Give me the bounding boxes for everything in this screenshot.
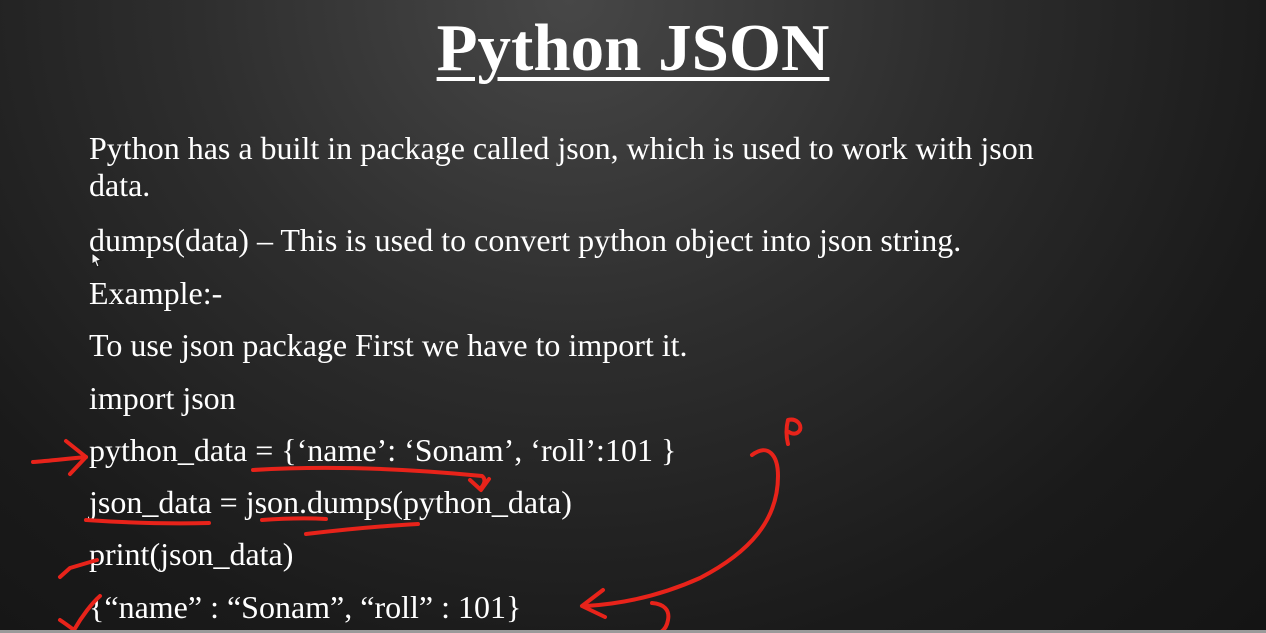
- dumps-definition: dumps(data) – This is used to convert py…: [89, 222, 962, 258]
- import-instruction: To use json package First we have to imp…: [89, 327, 688, 363]
- slide: Python JSON Python has a built in packag…: [0, 0, 1266, 633]
- left-arrow-annotation: [31, 455, 88, 464]
- example-heading: Example:-: [89, 275, 223, 311]
- pen-cursor-icon: [91, 252, 103, 268]
- curved-arrowhead-annotation: [580, 588, 607, 619]
- slide-title-text: Python JSON: [436, 11, 830, 85]
- code-print: print(json_data): [89, 536, 294, 572]
- code-import-json: import json: [89, 380, 236, 416]
- description-line-2: data.: [89, 167, 151, 203]
- left-arrowhead-annotation: [64, 439, 88, 476]
- bottom-hook-annotation: [650, 601, 671, 633]
- slide-title: Python JSON: [0, 6, 1266, 90]
- dumps-underline-annotation: [304, 522, 420, 536]
- code-output: {“name” : “Sonam”, “roll” : 101}: [89, 589, 522, 625]
- description-line-1: Python has a built in package called jso…: [89, 130, 1034, 166]
- curved-arrow-annotation: [584, 448, 780, 608]
- letter-p-annotation: [784, 417, 803, 446]
- code-json-dumps: json_data = json.dumps(python_data): [89, 484, 572, 520]
- json-data-underline-annotation: [84, 518, 211, 526]
- code-python-data: python_data = {‘name’: ‘Sonam’, ‘roll’:1…: [89, 432, 677, 468]
